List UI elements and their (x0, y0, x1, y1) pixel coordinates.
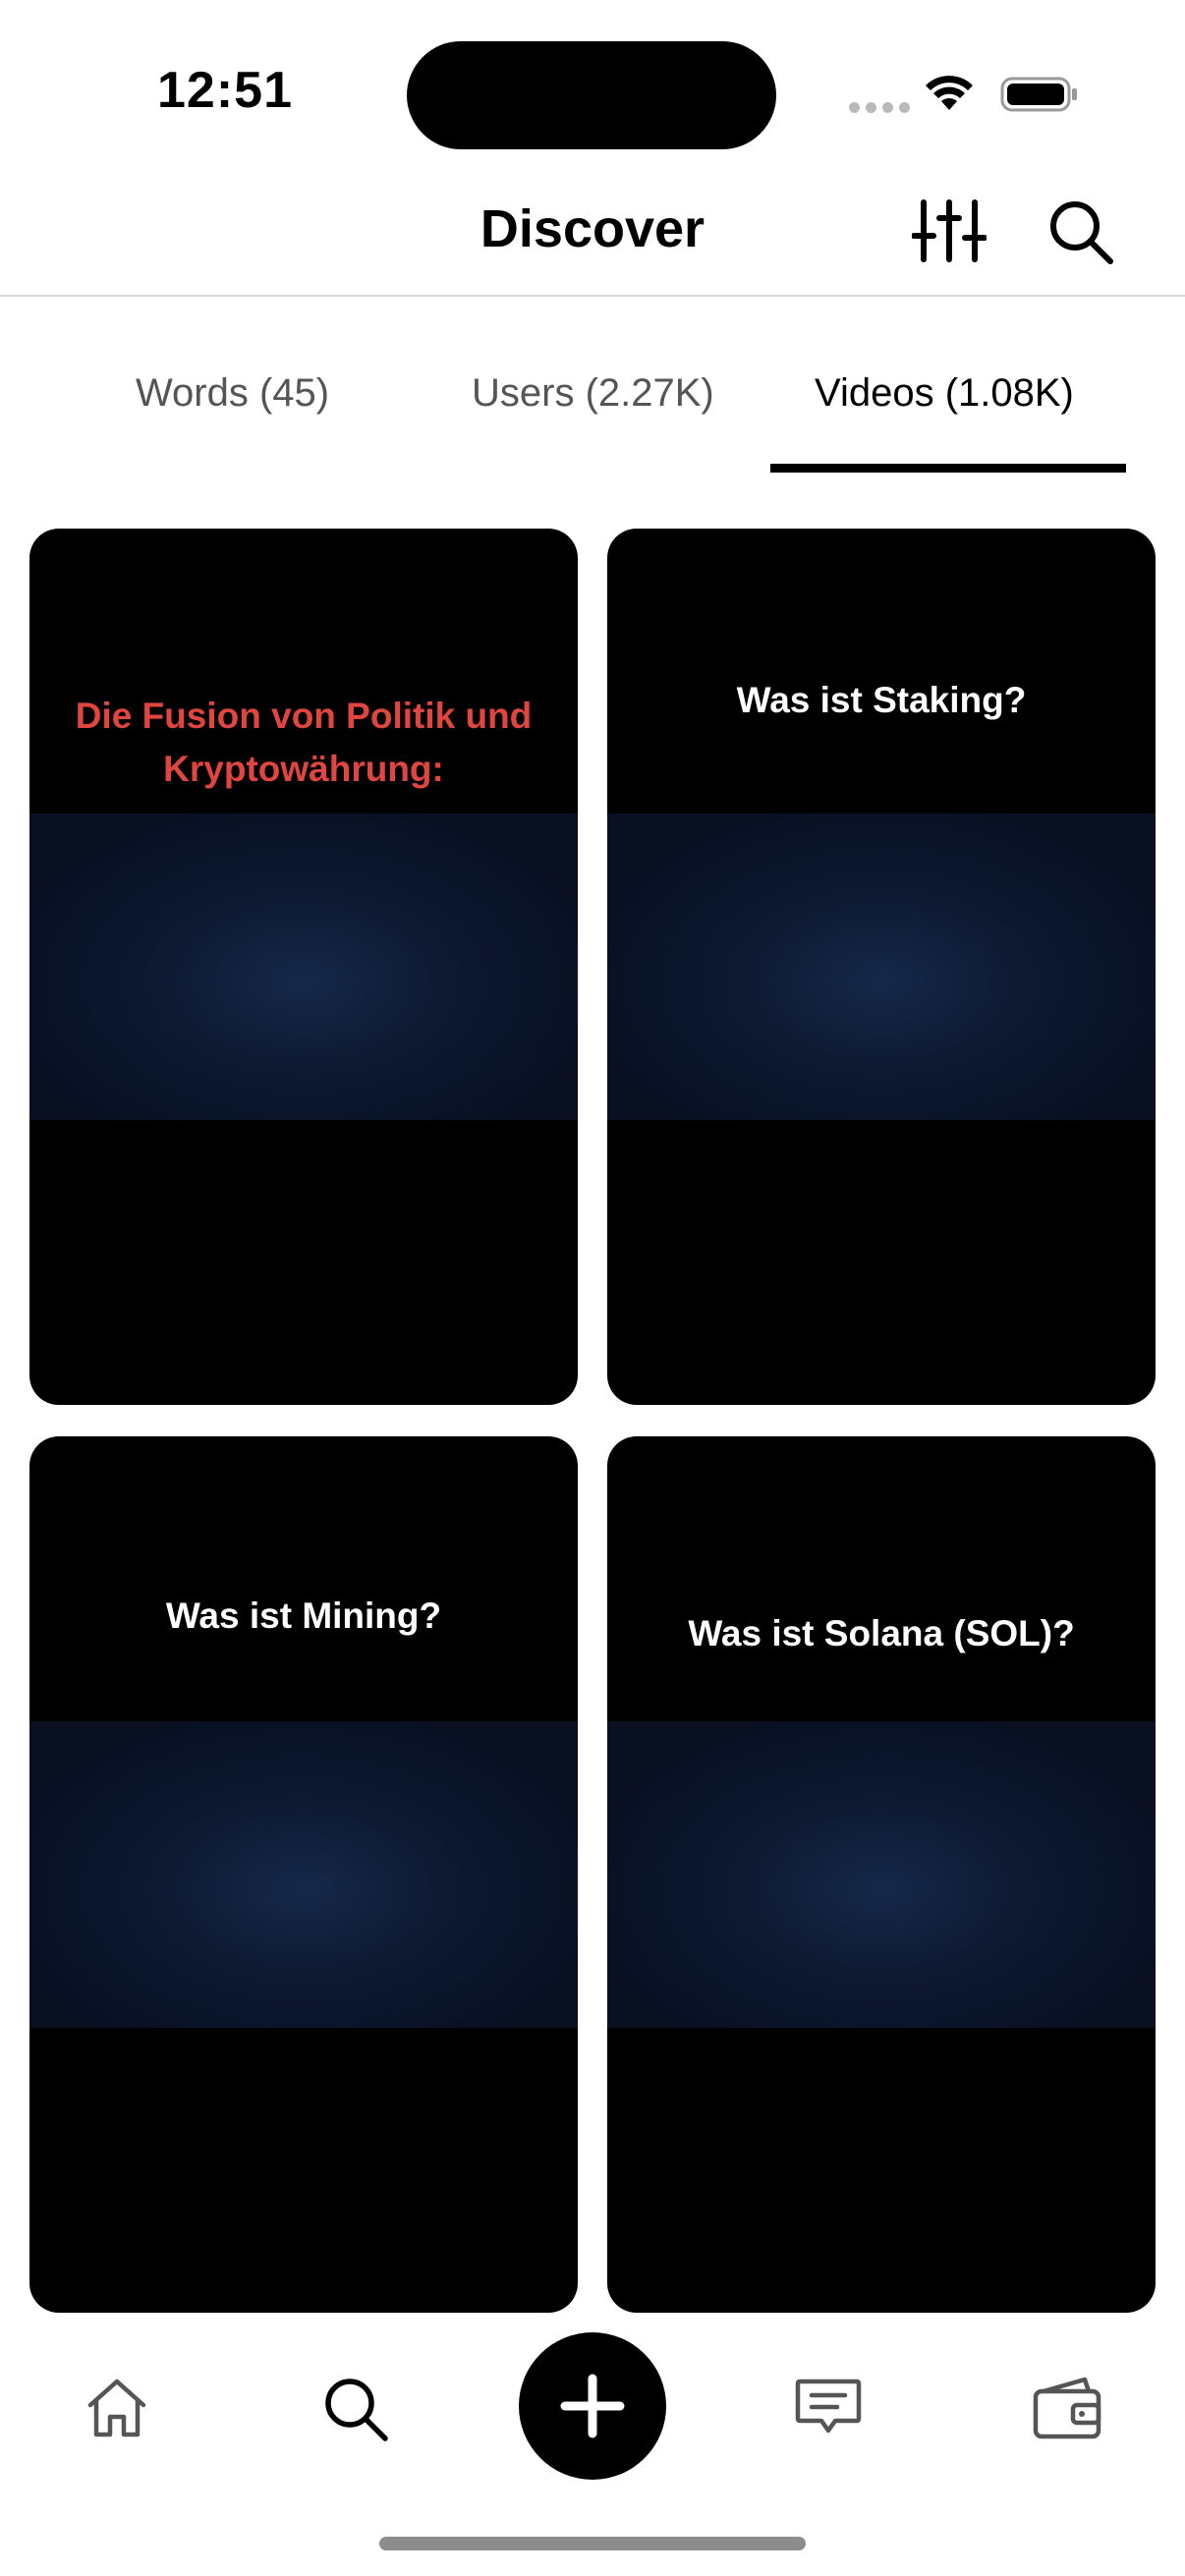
filter-button[interactable] (912, 196, 987, 265)
dynamic-island (407, 41, 776, 149)
video-caption: Was ist Solana (SOL)? (688, 1613, 1075, 1653)
search-button[interactable] (1045, 196, 1114, 265)
video-caption: Die Fusion von Politik und Kryptowährung… (75, 696, 533, 789)
video-thumbnail-glow (607, 813, 1156, 1120)
home-indicator (379, 2537, 806, 2550)
status-bar: 12:51 (0, 0, 1185, 167)
video-card[interactable]: Was ist Staking? (607, 529, 1156, 1405)
video-caption: Was ist Staking? (736, 680, 1027, 720)
wifi-icon (926, 76, 973, 110)
active-tab-indicator (770, 464, 1126, 473)
video-caption: Was ist Mining? (165, 1596, 442, 1636)
tab-words[interactable]: Words (45) (136, 371, 329, 416)
video-thumbnail-glow (29, 1721, 578, 2028)
video-card[interactable]: Was ist Solana (SOL)? (607, 1436, 1156, 2313)
wallet-icon[interactable] (1030, 2374, 1104, 2442)
create-post-button[interactable] (519, 2332, 666, 2480)
status-time: 12:51 (157, 62, 293, 119)
home-icon[interactable] (83, 2374, 151, 2442)
plus-icon (560, 2374, 625, 2438)
header: Discover (0, 167, 1185, 297)
result-tabs: Words (45) Users (2.27K) Videos (1.08K) (0, 297, 1185, 474)
battery-icon (1000, 77, 1077, 112)
nav-search-icon[interactable] (320, 2374, 389, 2442)
cellular-signal-icon (849, 102, 910, 113)
video-card[interactable]: Was ist Mining? (29, 1436, 578, 2313)
tab-videos[interactable]: Videos (1.08K) (815, 371, 1074, 416)
bottom-nav (0, 2319, 1185, 2495)
message-icon[interactable] (792, 2374, 865, 2442)
video-thumbnail-glow (607, 1721, 1156, 2028)
video-thumbnail-glow (29, 813, 578, 1120)
tab-users[interactable]: Users (2.27K) (472, 371, 714, 416)
video-card[interactable]: Die Fusion von Politik und Kryptowährung… (29, 529, 578, 1405)
page-title: Discover (480, 199, 705, 258)
